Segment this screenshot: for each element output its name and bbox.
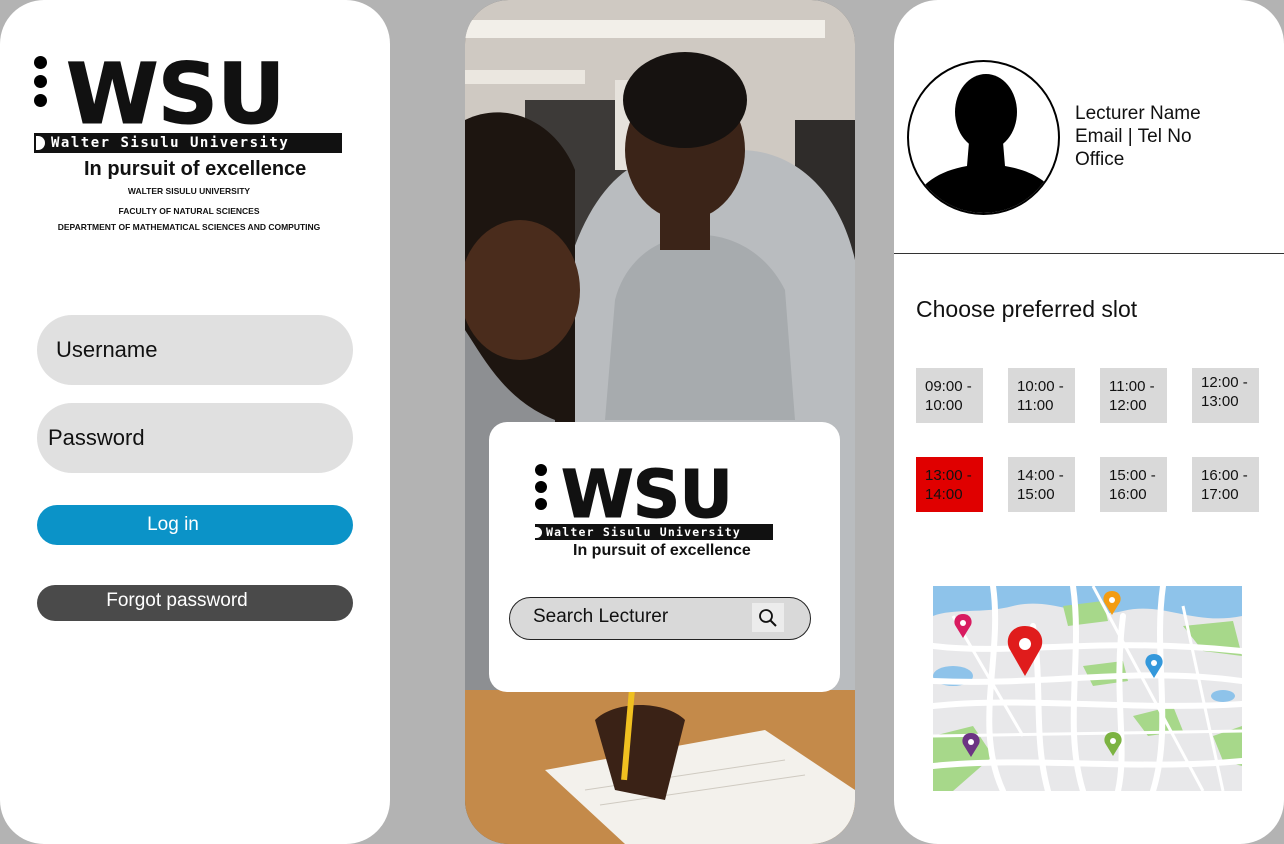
- lecturer-info: Lecturer Name Email | Tel No Office: [1075, 102, 1201, 171]
- lecturer-avatar: [907, 60, 1060, 215]
- booking-screen: Lecturer Name Email | Tel No Office Choo…: [894, 0, 1284, 844]
- slot-start: 15:00 -: [1109, 467, 1156, 484]
- logo-brand: WSU: [65, 45, 285, 143]
- logo-tagline: In pursuit of excellence: [573, 542, 751, 559]
- username-placeholder: Username: [56, 337, 158, 362]
- search-card: WSU Walter Sisulu University In pursuit …: [489, 422, 840, 692]
- password-placeholder: Password: [48, 425, 145, 450]
- slot-end: 12:00: [1109, 397, 1147, 414]
- slot-start: 11:00 -: [1109, 378, 1155, 395]
- time-slot-1200[interactable]: 12:00 - 13:00: [1192, 368, 1259, 423]
- slot-end: 17:00: [1201, 486, 1239, 503]
- wsu-logo: WSU Walter Sisulu University In pursuit …: [34, 52, 344, 232]
- search-lecturer-input[interactable]: Search Lecturer: [509, 597, 811, 640]
- password-input[interactable]: Password: [37, 403, 353, 473]
- slot-end: 16:00: [1109, 486, 1147, 503]
- logo-brand: WSU: [561, 456, 734, 533]
- search-button[interactable]: [752, 603, 784, 632]
- time-slot-1100[interactable]: 11:00 - 12:00: [1100, 368, 1167, 423]
- slot-start: 13:00 -: [925, 467, 972, 484]
- lecturer-name: Lecturer Name: [1075, 103, 1201, 124]
- faculty-line-university: WALTER SISULU UNIVERSITY: [127, 186, 251, 196]
- logo-tagline: In pursuit of excellence: [84, 158, 307, 180]
- slot-start: 09:00 -: [925, 378, 972, 395]
- faculty-line-faculty: FACULTY OF NATURAL SCIENCES: [118, 206, 260, 216]
- slot-start: 14:00 -: [1017, 467, 1064, 484]
- time-slot-1600[interactable]: 16:00 - 17:00: [1192, 457, 1259, 512]
- logo-dots: [535, 464, 549, 515]
- search-icon: [759, 608, 777, 627]
- forgot-password-button[interactable]: Forgot password: [37, 585, 353, 621]
- location-map[interactable]: [933, 586, 1242, 791]
- logo-university-name: Walter Sisulu University: [51, 135, 290, 151]
- slot-end: 15:00: [1017, 486, 1055, 503]
- divider: [894, 253, 1284, 254]
- login-button-label: Log in: [147, 514, 199, 535]
- slot-end: 10:00: [925, 397, 963, 414]
- faculty-line-department: DEPARTMENT OF MATHEMATICAL SCIENCES AND …: [57, 222, 321, 232]
- forgot-password-label: Forgot password: [106, 590, 248, 611]
- time-slot-1300[interactable]: 13:00 - 14:00: [916, 457, 983, 512]
- login-screen: WSU Walter Sisulu University In pursuit …: [0, 0, 390, 844]
- slot-end: 14:00: [925, 486, 963, 503]
- login-button[interactable]: Log in: [37, 505, 353, 545]
- slot-start: 10:00 -: [1017, 378, 1064, 395]
- logo-university-bar: Walter Sisulu University: [34, 133, 342, 153]
- time-slot-1000[interactable]: 10:00 - 11:00: [1008, 368, 1075, 423]
- lecturer-contact: Email | Tel No: [1075, 126, 1192, 147]
- search-screen: WSU Walter Sisulu University In pursuit …: [465, 0, 855, 844]
- logo-university-bar: Walter Sisulu University: [535, 524, 773, 540]
- wsu-logo: WSU Walter Sisulu University In pursuit …: [535, 456, 785, 562]
- lecturer-office: Office: [1075, 149, 1125, 170]
- slot-end: 13:00: [1201, 393, 1239, 410]
- person-silhouette-icon: [909, 74, 1058, 213]
- logo-university-name: Walter Sisulu University: [546, 525, 741, 539]
- username-input[interactable]: Username: [37, 315, 353, 385]
- time-slot-1400[interactable]: 14:00 - 15:00: [1008, 457, 1075, 512]
- time-slot-0900[interactable]: 09:00 - 10:00: [916, 368, 983, 423]
- slot-start: 12:00 -: [1201, 374, 1248, 391]
- slot-section-title: Choose preferred slot: [916, 296, 1138, 322]
- search-placeholder: Search Lecturer: [533, 606, 669, 627]
- time-slot-1500[interactable]: 15:00 - 16:00: [1100, 457, 1167, 512]
- map-image: [933, 586, 1242, 791]
- logo-dots: [34, 56, 48, 113]
- slot-end: 11:00: [1017, 397, 1054, 414]
- slot-start: 16:00 -: [1201, 467, 1248, 484]
